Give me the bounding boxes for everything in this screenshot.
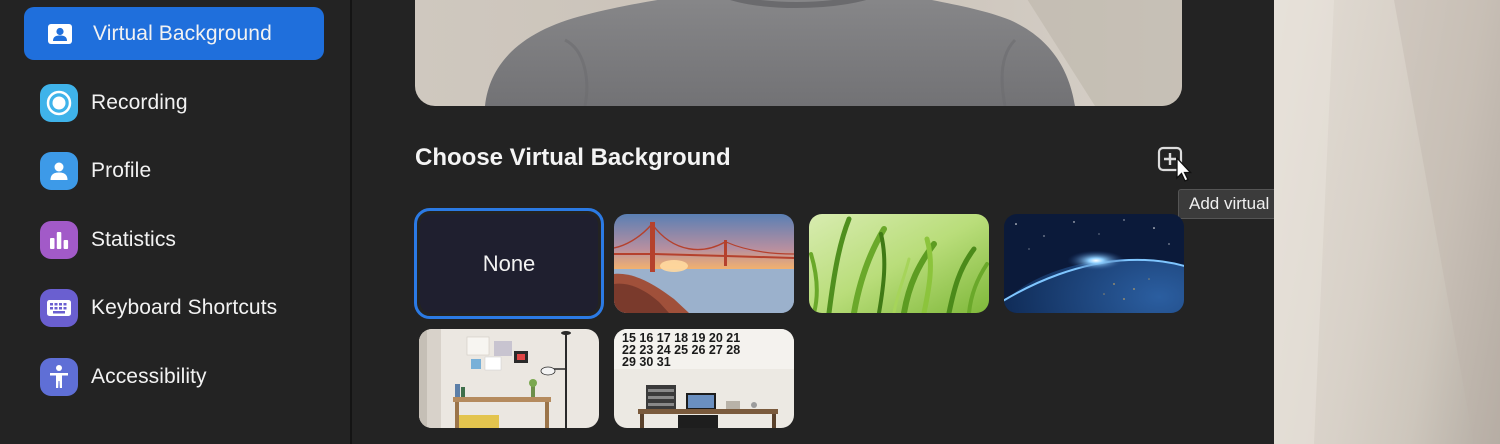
- accessibility-icon: [40, 357, 78, 396]
- sidebar-item-label: Virtual Background: [93, 21, 272, 45]
- sidebar-item-statistics[interactable]: Statistics: [24, 213, 324, 266]
- section-title: Choose Virtual Background: [415, 144, 731, 171]
- background-option-earth[interactable]: [1004, 214, 1184, 313]
- calendar-row: 29 30 31: [622, 355, 671, 369]
- camera-preview: [415, 0, 1182, 106]
- add-image-icon: [1157, 146, 1192, 182]
- background-option-office[interactable]: 15 16 17 18 19 20 21 22 23 24 25 26 27 2…: [614, 329, 794, 428]
- desktop-background: [1274, 0, 1500, 444]
- recording-icon: [40, 83, 78, 122]
- statistics-icon: [40, 220, 78, 259]
- sidebar-item-profile[interactable]: Profile: [24, 144, 324, 197]
- background-option-grass[interactable]: [809, 214, 989, 313]
- sidebar-item-keyboard-shortcuts[interactable]: Keyboard Shortcuts: [24, 281, 324, 334]
- settings-sidebar: Virtual Background Recording Profile Sta…: [0, 0, 350, 444]
- background-option-label: None: [420, 214, 598, 313]
- sidebar-item-label: Profile: [91, 158, 152, 182]
- background-option-room[interactable]: [419, 329, 599, 428]
- virtual-background-panel: Choose Virtual Background Add virtual ba…: [352, 0, 1425, 444]
- sidebar-item-label: Accessibility: [91, 364, 207, 388]
- background-option-golden-gate[interactable]: [614, 214, 794, 313]
- profile-icon: [40, 151, 78, 190]
- sidebar-item-accessibility[interactable]: Accessibility: [24, 350, 324, 403]
- background-option-none[interactable]: None: [414, 208, 604, 319]
- sidebar-item-recording[interactable]: Recording: [24, 76, 324, 129]
- sidebar-item-label: Statistics: [91, 227, 177, 251]
- add-background-button[interactable]: [1157, 146, 1192, 182]
- keyboard-icon: [40, 288, 78, 327]
- sidebar-item-virtual-background[interactable]: Virtual Background: [24, 7, 324, 60]
- virtual-background-icon: [40, 14, 80, 54]
- sidebar-item-label: Keyboard Shortcuts: [91, 295, 278, 319]
- sidebar-item-label: Recording: [91, 90, 188, 114]
